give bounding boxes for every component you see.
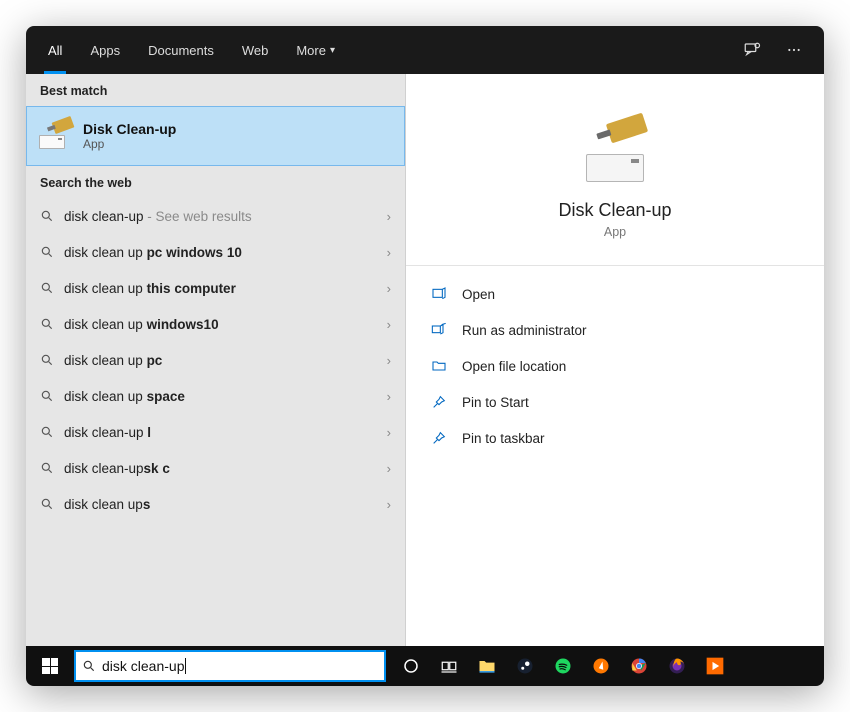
taskbar-firefox-icon[interactable] <box>658 646 696 686</box>
pin-icon <box>430 393 448 411</box>
start-button[interactable] <box>26 646 74 686</box>
action-pin-to-start[interactable]: Pin to Start <box>406 384 824 420</box>
action-pin-to-taskbar[interactable]: Pin to taskbar <box>406 420 824 456</box>
best-match-label: Best match <box>26 74 405 106</box>
results-panel: Best match Disk Clean-up App Search the … <box>26 74 406 646</box>
best-match-item[interactable]: Disk Clean-up App <box>26 106 405 166</box>
action-open-file-location[interactable]: Open file location <box>406 348 824 384</box>
web-suggestion[interactable]: disk clean-up l› <box>26 414 405 450</box>
admin-icon <box>430 321 448 339</box>
taskbar: disk clean-up <box>26 646 824 686</box>
tab-apps[interactable]: Apps <box>76 26 134 74</box>
preview-app-icon <box>580 122 650 182</box>
preview-sub: App <box>604 225 626 239</box>
taskbar-search[interactable]: disk clean-up <box>74 650 386 682</box>
open-icon <box>430 285 448 303</box>
folder-icon <box>430 357 448 375</box>
windows-logo-icon <box>42 658 58 674</box>
tab-more[interactable]: More▾ <box>282 26 349 74</box>
taskbar-spotify-icon[interactable] <box>544 646 582 686</box>
tab-all[interactable]: All <box>34 26 76 74</box>
action-run-as-administrator[interactable]: Run as administrator <box>406 312 824 348</box>
taskbar-taskview-icon[interactable] <box>430 646 468 686</box>
disk-cleanup-icon <box>39 123 73 149</box>
search-tabs: All Apps Documents Web More▾ <box>26 26 824 74</box>
more-options-icon[interactable] <box>782 38 806 62</box>
pin-icon <box>430 429 448 447</box>
taskbar-avast-icon[interactable] <box>582 646 620 686</box>
preview-title: Disk Clean-up <box>558 200 671 221</box>
search-web-label: Search the web <box>26 166 405 198</box>
taskbar-steam-icon[interactable] <box>506 646 544 686</box>
web-suggestion[interactable]: disk clean up pc windows 10› <box>26 234 405 270</box>
web-suggestion[interactable]: disk clean up this computer› <box>26 270 405 306</box>
action-open[interactable]: Open <box>406 276 824 312</box>
web-suggestion[interactable]: disk clean-up - See web results› <box>26 198 405 234</box>
preview-panel: Disk Clean-up App OpenRun as administrat… <box>406 74 824 646</box>
taskbar-cortana-icon[interactable] <box>392 646 430 686</box>
best-match-title: Disk Clean-up <box>83 121 176 137</box>
search-icon <box>76 659 102 673</box>
web-suggestion[interactable]: disk clean ups› <box>26 486 405 522</box>
web-suggestion[interactable]: disk clean up space› <box>26 378 405 414</box>
search-value: disk clean-up <box>102 658 185 674</box>
web-suggestion[interactable]: disk clean up pc› <box>26 342 405 378</box>
web-suggestion[interactable]: disk clean-upsk c› <box>26 450 405 486</box>
taskbar-groove-icon[interactable] <box>696 646 734 686</box>
taskbar-chrome-icon[interactable] <box>620 646 658 686</box>
tab-web[interactable]: Web <box>228 26 283 74</box>
web-suggestion[interactable]: disk clean up windows10› <box>26 306 405 342</box>
best-match-sub: App <box>83 137 176 151</box>
feedback-icon[interactable] <box>740 38 764 62</box>
tab-documents[interactable]: Documents <box>134 26 228 74</box>
taskbar-explorer-icon[interactable] <box>468 646 506 686</box>
